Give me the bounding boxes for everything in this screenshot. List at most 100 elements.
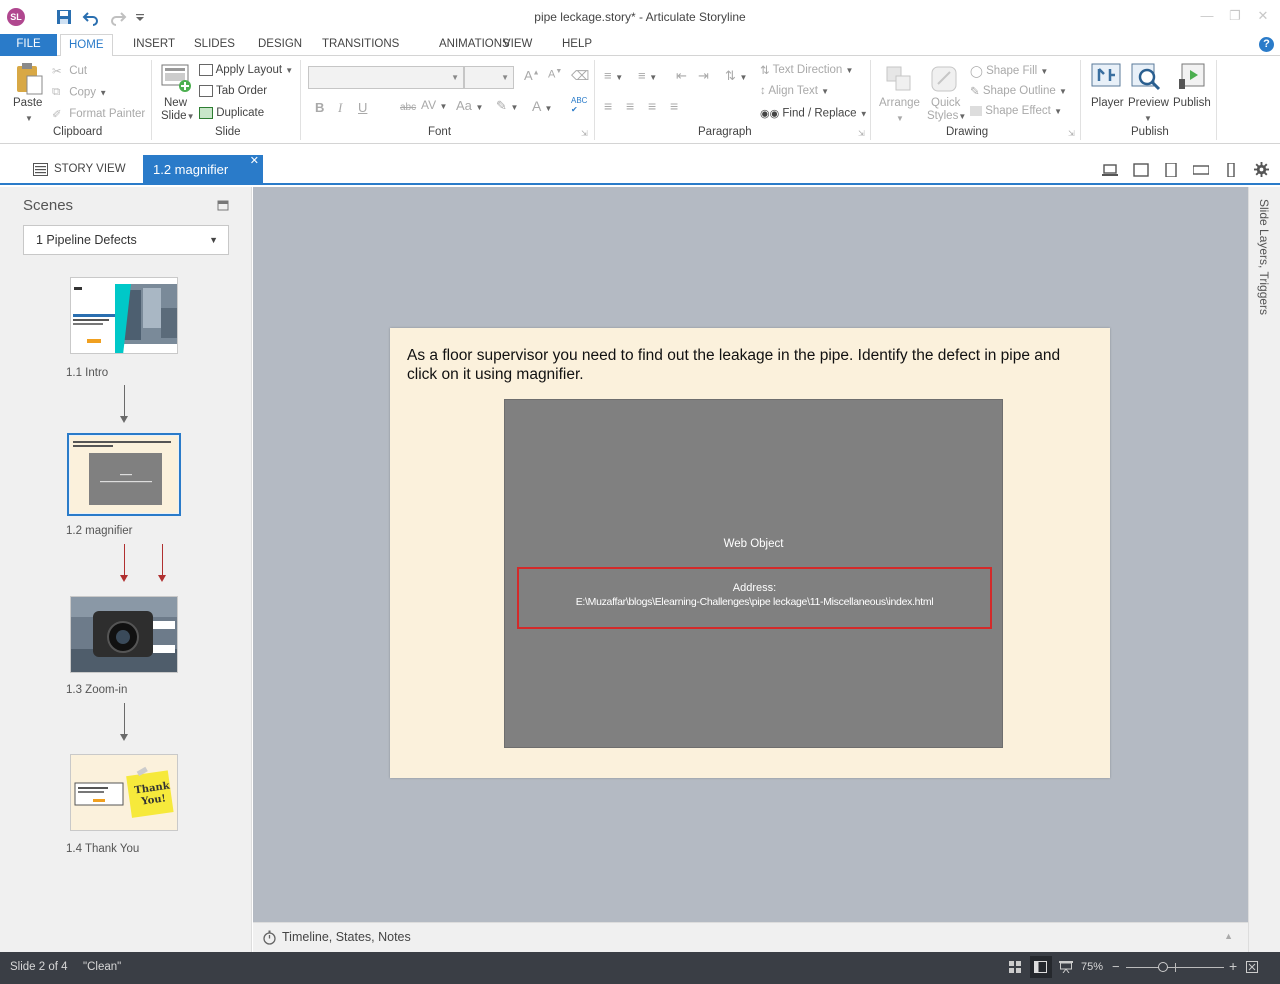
web-object[interactable]: Web Object Address: E:\Muzaffar\blogs\El…: [504, 399, 1003, 748]
shape-fill-button[interactable]: ◯ Shape Fill ▼: [970, 64, 1048, 78]
character-spacing-icon[interactable]: AV ▼: [421, 98, 447, 112]
find-replace-button[interactable]: ◉◉ Find / Replace ▼: [760, 107, 868, 120]
preview-button[interactable]: Preview: [1128, 97, 1169, 109]
tab-order-button[interactable]: Tab Order: [199, 85, 267, 97]
close-icon[interactable]: ✕: [1256, 9, 1270, 23]
bullets-icon[interactable]: ≡ ▼: [604, 68, 623, 83]
story-view-icon[interactable]: [33, 163, 48, 176]
expand-up-icon[interactable]: ▲: [1224, 931, 1233, 941]
player-icon[interactable]: [1090, 61, 1122, 93]
phone-view-icon[interactable]: [1223, 163, 1239, 177]
format-painter-button[interactable]: ✐ Format Painter: [52, 107, 145, 121]
slide-canvas[interactable]: As a floor supervisor you need to find o…: [253, 187, 1248, 922]
scene-select[interactable]: 1 Pipeline Defects ▼: [23, 225, 229, 255]
shrink-font-icon[interactable]: A▼: [548, 68, 562, 81]
arrange-icon[interactable]: [884, 64, 914, 94]
cut-button[interactable]: ✂ Cut: [52, 64, 87, 78]
paste-icon[interactable]: [14, 62, 44, 96]
arrange-button[interactable]: Arrange: [879, 97, 920, 109]
tab-help[interactable]: HELP: [554, 34, 600, 56]
paste-button[interactable]: Paste: [13, 97, 42, 109]
restore-icon[interactable]: ❐: [1228, 9, 1242, 23]
numbering-icon[interactable]: ≡ ▼: [638, 68, 657, 83]
font-size-combo[interactable]: ▼: [464, 66, 514, 89]
slide-layers-panel[interactable]: Slide Layers, Triggers: [1248, 187, 1280, 952]
strikethrough-button[interactable]: abc: [400, 102, 416, 113]
font-family-combo[interactable]: ▼: [308, 66, 464, 89]
drawing-dialog-launcher-icon[interactable]: ⇲: [1068, 129, 1075, 138]
tab-view[interactable]: VIEW: [495, 34, 540, 56]
justify-icon[interactable]: ≡: [670, 98, 678, 114]
settings-gear-icon[interactable]: [1254, 162, 1269, 177]
quick-styles-button[interactable]: Styles▼: [927, 110, 966, 122]
slide-stage[interactable]: As a floor supervisor you need to find o…: [390, 328, 1110, 778]
font-color-icon[interactable]: A ▼: [532, 98, 552, 114]
slide-show-icon[interactable]: [1059, 961, 1073, 973]
slide-thumbnail-1-2[interactable]: [67, 433, 181, 516]
quick-styles-icon[interactable]: [929, 64, 959, 94]
tab-file[interactable]: FILE: [0, 34, 57, 56]
clear-format-icon[interactable]: ⌫: [571, 68, 589, 84]
increase-indent-icon[interactable]: ⇥: [698, 68, 709, 84]
shape-outline-button[interactable]: ✎ Shape Outline ▼: [970, 84, 1067, 98]
bold-button[interactable]: B: [315, 100, 324, 115]
shape-effect-button[interactable]: Shape Effect ▼: [970, 105, 1062, 117]
publish-icon[interactable]: [1176, 61, 1208, 93]
decrease-indent-icon[interactable]: ⇤: [676, 68, 687, 84]
italic-button[interactable]: I: [338, 100, 342, 116]
timeline-states-notes-label[interactable]: Timeline, States, Notes: [282, 930, 411, 944]
tablet-landscape-view-icon[interactable]: [1193, 163, 1209, 177]
player-button[interactable]: Player: [1091, 97, 1124, 109]
new-slide-button[interactable]: Slide▼: [161, 110, 195, 122]
slide-thumbnail-1-3[interactable]: [70, 596, 178, 673]
spelling-icon[interactable]: ABC ✔: [571, 96, 587, 114]
underline-button[interactable]: U: [358, 100, 367, 115]
zoom-in-icon[interactable]: +: [1229, 958, 1237, 974]
slide-thumbnail-1-1[interactable]: [70, 277, 178, 354]
desktop-view-icon[interactable]: [1133, 163, 1149, 177]
normal-view-button[interactable]: [1030, 956, 1052, 978]
laptop-view-icon[interactable]: [1102, 163, 1118, 177]
align-right-icon[interactable]: ≡: [648, 98, 656, 114]
publish-button[interactable]: Publish: [1173, 97, 1211, 109]
quick-styles-label-1[interactable]: Quick: [931, 97, 960, 109]
font-case-icon[interactable]: Aa ▼: [456, 98, 483, 113]
paste-dropdown-icon[interactable]: ▼: [25, 114, 33, 123]
slide-instruction-text[interactable]: As a floor supervisor you need to find o…: [407, 346, 1067, 384]
tab-1-2-magnifier[interactable]: 1.2 magnifier ✕: [143, 155, 263, 185]
close-tab-icon[interactable]: ✕: [250, 146, 259, 176]
align-center-icon[interactable]: ≡: [626, 98, 634, 114]
new-slide-label-1[interactable]: New: [164, 97, 187, 109]
text-direction-button[interactable]: ⇅ Text Direction ▼: [760, 63, 853, 77]
preview-dropdown-icon[interactable]: ▼: [1144, 114, 1152, 123]
tab-design[interactable]: DESIGN: [250, 34, 310, 56]
slide-thumbnail-1-4[interactable]: Thank You!: [70, 754, 178, 831]
tab-transitions[interactable]: TRANSITIONS: [314, 34, 407, 56]
story-view-grid-icon[interactable]: [1009, 961, 1022, 973]
tab-home[interactable]: HOME: [60, 34, 113, 57]
font-dialog-launcher-icon[interactable]: ⇲: [581, 129, 588, 138]
minimize-icon[interactable]: —: [1200, 9, 1214, 23]
arrange-dropdown-icon[interactable]: ▼: [896, 114, 904, 123]
new-slide-icon[interactable]: [160, 62, 192, 94]
tablet-portrait-view-icon[interactable]: [1163, 163, 1179, 177]
copy-button[interactable]: ⧉ Copy ▼: [52, 86, 107, 99]
paragraph-dialog-launcher-icon[interactable]: ⇲: [858, 129, 865, 138]
highlight-icon[interactable]: ✎ ▼: [496, 98, 518, 114]
tab-slides[interactable]: SLIDES: [186, 34, 243, 56]
tab-insert[interactable]: INSERT: [125, 34, 183, 56]
fit-to-window-icon[interactable]: [1246, 961, 1258, 973]
duplicate-button[interactable]: Duplicate: [199, 107, 264, 119]
align-left-icon[interactable]: ≡: [604, 98, 612, 114]
zoom-slider-knob[interactable]: [1158, 962, 1168, 972]
tab-story-view[interactable]: STORY VIEW: [54, 163, 126, 175]
preview-icon[interactable]: [1130, 61, 1162, 93]
zoom-out-icon[interactable]: −: [1112, 959, 1120, 974]
grow-font-icon[interactable]: A▲: [524, 68, 540, 83]
zoom-level[interactable]: 75%: [1081, 961, 1103, 973]
panel-collapse-icon[interactable]: [217, 199, 229, 211]
line-spacing-icon[interactable]: ⇅ ▼: [725, 68, 747, 84]
slide-layers-triggers-label[interactable]: Slide Layers, Triggers: [1257, 199, 1271, 315]
help-icon[interactable]: ?: [1259, 37, 1274, 52]
timeline-bar[interactable]: Timeline, States, Notes ▲: [253, 922, 1248, 952]
